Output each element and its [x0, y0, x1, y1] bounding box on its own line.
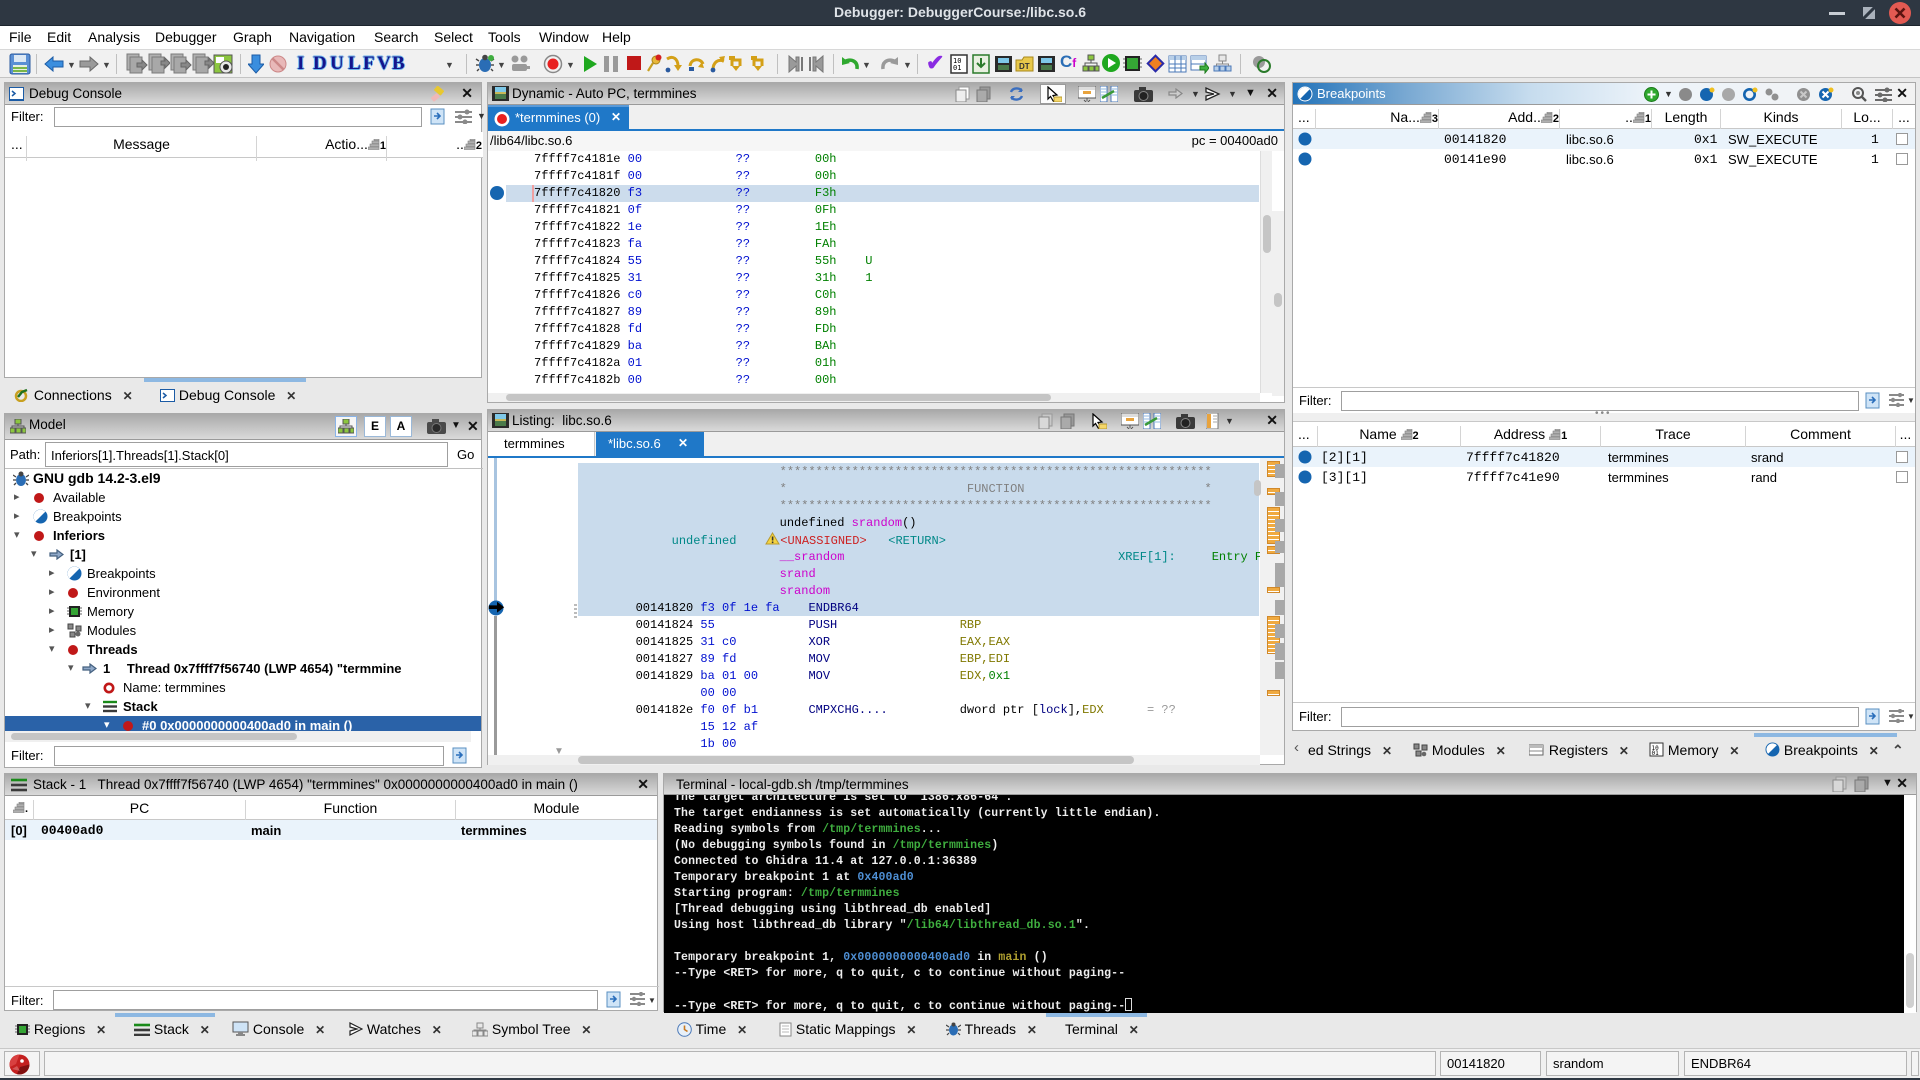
- svg-text:01: 01: [953, 64, 961, 72]
- svg-text:01: 01: [1652, 750, 1660, 757]
- svg-text:DT: DT: [1019, 62, 1030, 71]
